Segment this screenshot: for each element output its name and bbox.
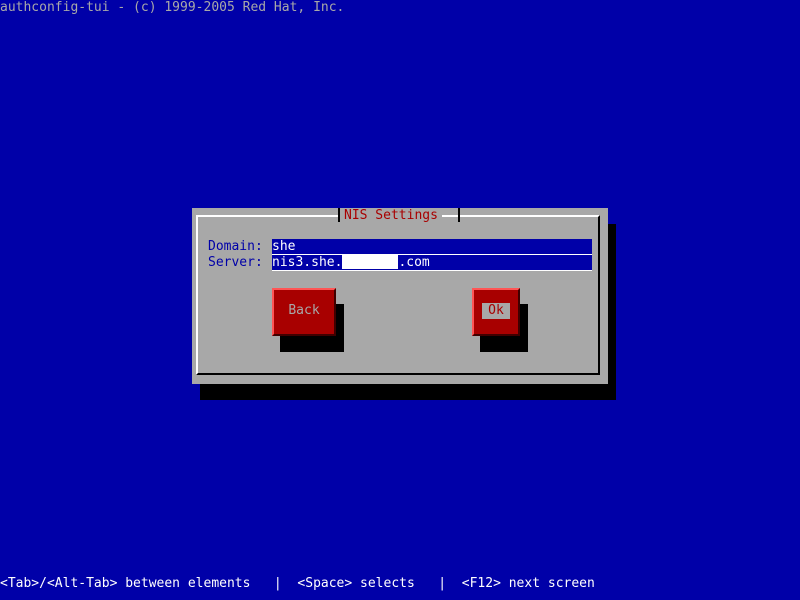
back-button-label: Back [288,303,320,318]
server-field[interactable]: nis3.she. .com [272,255,592,271]
redacted-region [342,255,399,269]
nis-settings-dialog: NIS Settings Domain: she Server: nis3.sh… [192,208,608,384]
back-button[interactable]: Back [272,288,336,336]
title-divider-right [458,208,460,222]
domain-field-value: she [272,239,296,254]
ok-button[interactable]: Ok [472,288,520,336]
ok-button-label: Ok [482,303,510,319]
app-title: authconfig-tui - (c) 1999-2005 Red Hat, … [0,0,345,15]
domain-label: Domain: [208,239,263,254]
server-label: Server: [208,255,263,270]
dialog-title: NIS Settings [340,208,442,224]
domain-field[interactable]: she [272,239,592,255]
server-field-value-suffix: .com [398,255,430,270]
server-field-value-prefix: nis3.she. [272,255,343,270]
help-bar: <Tab>/<Alt-Tab> between elements | <Spac… [0,576,595,591]
